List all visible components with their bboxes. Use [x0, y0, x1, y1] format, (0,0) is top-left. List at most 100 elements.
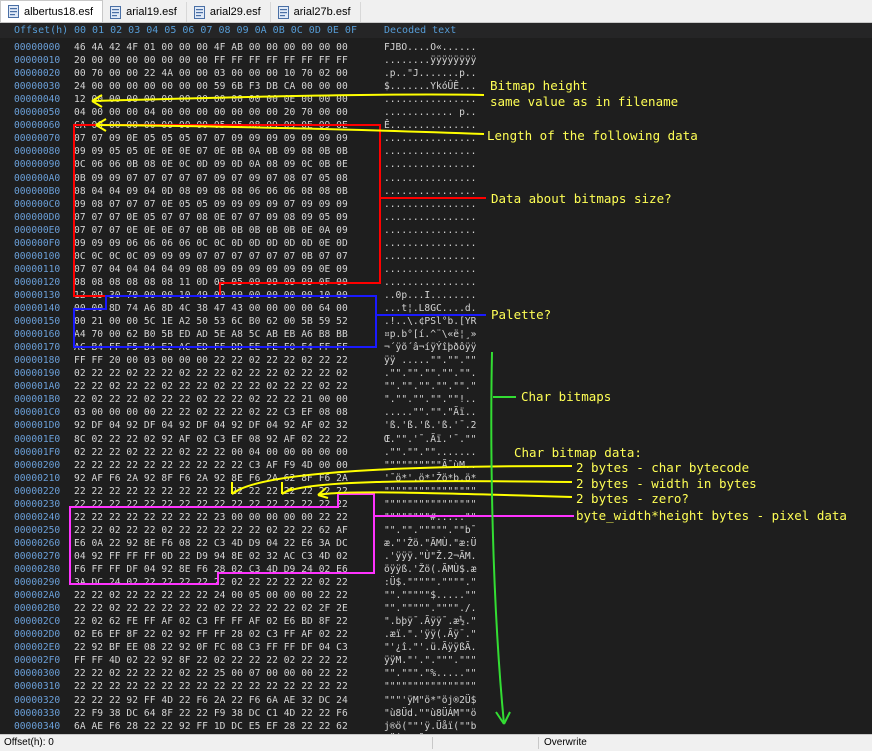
- row-hex-bytes[interactable]: 22 22 02 22 22 22 22 22 02 22 22 22 22 0…: [74, 602, 348, 615]
- row-hex-bytes[interactable]: 09 09 05 05 0E 0E 0E 07 0E 0B 0A 0B 09 0…: [74, 145, 348, 158]
- row-decoded-text[interactable]: Ê...............: [384, 119, 476, 132]
- row-hex-bytes[interactable]: 22 22 22 22 22 22 22 22 22 22 C3 AF F9 4…: [74, 459, 348, 472]
- row-decoded-text[interactable]: ........ÿÿÿÿÿÿÿÿ: [384, 54, 476, 67]
- row-decoded-text[interactable]: ................: [384, 185, 476, 198]
- row-hex-bytes[interactable]: 20 00 00 00 00 00 00 00 FF FF FF FF FF F…: [74, 54, 348, 67]
- row-hex-bytes[interactable]: 22 22 02 22 22 02 22 22 02 22 22 02 22 2…: [74, 380, 348, 393]
- row-decoded-text[interactable]: ................: [384, 250, 476, 263]
- row-hex-bytes[interactable]: 12 09 30 70 00 00 10 49 00 00 00 00 00 0…: [74, 289, 348, 302]
- row-decoded-text[interactable]: æ."'Žö."ÃMÙ."æ:Ü: [384, 537, 476, 550]
- tab-file[interactable]: albertus18.esf: [0, 0, 104, 22]
- row-hex-bytes[interactable]: 92 AF F6 2A 92 8F F6 2A 92 8E F6 2A 62 8…: [74, 472, 348, 485]
- row-decoded-text[interactable]: ."".""."".......: [384, 446, 476, 459]
- row-hex-bytes[interactable]: E6 0A 22 92 8E F6 08 22 C3 4D D9 04 22 E…: [74, 537, 348, 550]
- row-decoded-text[interactable]: """""""""""""""": [384, 485, 476, 498]
- row-hex-bytes[interactable]: 12 00 00 00 00 00 00 00 00 00 00 00 0E 0…: [74, 93, 348, 106]
- row-decoded-text[interactable]: 'ß.'ß.'ß.'ß.'¯.2: [384, 419, 476, 432]
- row-decoded-text[interactable]: ¬´ÿõ´â¬íÿÝîþðôÿÿ: [384, 341, 476, 354]
- row-hex-bytes[interactable]: 02 22 22 02 22 22 02 22 22 00 04 00 00 0…: [74, 446, 348, 459]
- row-decoded-text[interactable]: öÿÿß.'Žö(.ÃMÙ$.æ: [384, 563, 476, 576]
- row-decoded-text[interactable]: ¤p.b°[í.^¨\«ë¦¸»: [384, 328, 476, 341]
- row-hex-bytes[interactable]: 0C 0C 0C 0C 09 09 09 07 07 07 07 07 07 0…: [74, 250, 348, 263]
- row-hex-bytes[interactable]: AC B4 FF F5 B4 E2 AC ED FF DD EE FE F0 F…: [74, 341, 348, 354]
- row-hex-bytes[interactable]: 08 04 04 09 04 0D 08 09 08 08 06 06 06 0…: [74, 185, 348, 198]
- row-decoded-text[interactable]: ".bþÿ¯.Ãÿÿ¯.æ½.": [384, 615, 476, 628]
- hex-editor[interactable]: Offset(h) 00 01 02 03 04 05 06 07 08 09 …: [0, 23, 872, 734]
- row-hex-bytes[interactable]: 22 02 22 22 02 22 22 02 22 22 02 22 22 2…: [74, 393, 348, 406]
- row-decoded-text[interactable]: ................: [384, 211, 476, 224]
- row-decoded-text[interactable]: :Ü$."""""."""".": [384, 576, 476, 589]
- row-hex-bytes[interactable]: A4 70 00 62 B0 5B ED AD 5E A8 5C AB EB A…: [74, 328, 348, 341]
- row-decoded-text[interactable]: ""."".""""".""b¯: [384, 524, 476, 537]
- row-hex-bytes[interactable]: 07 07 07 0E 05 07 07 08 0E 07 07 09 08 0…: [74, 211, 348, 224]
- row-hex-bytes[interactable]: 00 00 8D 74 A6 8D 4C 38 47 43 00 00 00 0…: [74, 302, 348, 315]
- row-decoded-text[interactable]: """'ÿM"ö*"öj®2Ü$: [384, 694, 476, 707]
- row-hex-bytes[interactable]: 22 22 22 92 FF 4D 22 F6 2A 22 F6 6A AE 3…: [74, 694, 348, 707]
- row-hex-bytes[interactable]: 07 07 07 0E 0E 0E 07 0B 0B 0B 0B 0B 0B 0…: [74, 224, 348, 237]
- row-decoded-text[interactable]: ................: [384, 276, 476, 289]
- row-decoded-text[interactable]: j®ö(""'ÿ.Üåï(""b: [384, 720, 476, 733]
- row-hex-bytes[interactable]: 07 07 04 04 04 04 09 08 09 09 09 09 09 0…: [74, 263, 348, 276]
- tab-file[interactable]: arial29.esf: [187, 2, 271, 22]
- row-decoded-text[interactable]: ÿÿ ....."".""."": [384, 354, 476, 367]
- row-hex-bytes[interactable]: 04 00 00 00 04 00 00 00 00 00 00 00 20 7…: [74, 106, 348, 119]
- row-decoded-text[interactable]: .p.."J.......p..: [384, 67, 476, 80]
- row-hex-bytes[interactable]: 92 DF 04 92 DF 04 92 DF 04 92 DF 04 92 A…: [74, 419, 348, 432]
- row-hex-bytes[interactable]: 22 02 62 FE FF AF 02 C3 FF FF AF 02 E6 B…: [74, 615, 348, 628]
- row-hex-bytes[interactable]: 22 22 22 22 22 22 22 22 22 22 22 22 22 2…: [74, 485, 348, 498]
- tab-file[interactable]: arial27b.esf: [271, 2, 361, 22]
- row-decoded-text[interactable]: $.......YkóÛÊ...: [384, 80, 476, 93]
- row-decoded-text[interactable]: ................: [384, 93, 476, 106]
- row-decoded-text[interactable]: ...t¦.L8GC....d.: [384, 302, 476, 315]
- row-hex-bytes[interactable]: 6A AE F6 28 22 22 92 FF 1D DC E5 EF 28 2…: [74, 720, 348, 733]
- row-decoded-text[interactable]: """"""""""Ã¯ùM..: [384, 459, 476, 472]
- row-hex-bytes[interactable]: 46 4A 42 4F 01 00 00 00 4F AB 00 00 00 0…: [74, 41, 348, 54]
- row-hex-bytes[interactable]: 22 22 02 22 22 22 22 22 24 00 05 00 00 0…: [74, 589, 348, 602]
- row-decoded-text[interactable]: ................: [384, 224, 476, 237]
- row-hex-bytes[interactable]: 04 92 FF FF FF 0D 22 D9 94 8E 02 32 AC C…: [74, 550, 348, 563]
- row-decoded-text[interactable]: "".""."".""."".": [384, 380, 476, 393]
- row-hex-bytes[interactable]: 02 22 22 02 22 22 02 22 22 02 22 22 02 2…: [74, 367, 348, 380]
- row-decoded-text[interactable]: ................: [384, 263, 476, 276]
- row-hex-bytes[interactable]: 02 E6 EF 8F 22 02 92 FF FF 28 02 C3 FF A…: [74, 628, 348, 641]
- row-hex-bytes[interactable]: 24 00 00 00 00 00 00 00 59 6B F3 DB CA 0…: [74, 80, 348, 93]
- row-hex-bytes[interactable]: 8C 02 22 22 02 92 AF 02 C3 EF 08 92 AF 0…: [74, 433, 348, 446]
- row-decoded-text[interactable]: "".""""".""""./.: [384, 602, 476, 615]
- row-decoded-text[interactable]: ."".""."".""."".: [384, 367, 476, 380]
- row-hex-bytes[interactable]: 22 22 22 22 22 22 22 22 23 00 00 00 00 0…: [74, 511, 348, 524]
- row-hex-bytes[interactable]: 03 00 00 00 00 22 22 02 22 22 02 22 C3 E…: [74, 406, 348, 419]
- row-hex-bytes[interactable]: 00 70 00 00 22 4A 00 00 03 00 00 00 10 7…: [74, 67, 348, 80]
- row-decoded-text[interactable]: ....."".""."Ãï..: [384, 406, 476, 419]
- row-decoded-text[interactable]: '¯ö*'.ö*'Žö*b.ö*: [384, 472, 476, 485]
- row-decoded-text[interactable]: ............ p..: [384, 106, 476, 119]
- row-decoded-text[interactable]: """""""""""""""": [384, 498, 476, 511]
- row-decoded-text[interactable]: .!..\.¢PSl°b.[YR: [384, 315, 476, 328]
- row-hex-bytes[interactable]: 07 07 09 0E 05 05 05 07 07 09 09 09 09 0…: [74, 132, 348, 145]
- row-decoded-text[interactable]: "'¿î."'.ü.ÃÿÿßÃ.: [384, 641, 476, 654]
- row-decoded-text[interactable]: "ù8Üd.""ù8ÜÁM""ö: [384, 707, 476, 720]
- row-decoded-text[interactable]: ................: [384, 172, 476, 185]
- row-hex-bytes[interactable]: 09 09 09 06 06 06 06 0C 0C 0D 0D 0D 0D 0…: [74, 237, 348, 250]
- row-decoded-text[interactable]: """""""""""""""": [384, 680, 476, 693]
- row-decoded-text[interactable]: ""."""."%....."": [384, 667, 476, 680]
- row-decoded-text[interactable]: ................: [384, 198, 476, 211]
- row-hex-bytes[interactable]: 08 08 08 08 08 08 11 0D 05 05 09 09 09 0…: [74, 276, 348, 289]
- row-hex-bytes[interactable]: 0B 09 09 07 07 07 07 07 09 07 09 07 08 0…: [74, 172, 348, 185]
- row-hex-bytes[interactable]: FF FF 4D 02 22 92 8F 22 02 22 22 22 02 2…: [74, 654, 348, 667]
- row-hex-bytes[interactable]: 3A DC 24 02 22 22 22 22 22 02 22 22 22 2…: [74, 576, 348, 589]
- row-hex-bytes[interactable]: 0C 06 06 0B 08 0E 0C 0D 09 0D 0A 08 09 0…: [74, 158, 348, 171]
- row-decoded-text[interactable]: """"""""#....."": [384, 511, 476, 524]
- row-hex-bytes[interactable]: F6 FF FF DF 04 92 8E F6 28 02 C3 4D D9 2…: [74, 563, 348, 576]
- row-decoded-text[interactable]: ÿÿM."'.".""".""": [384, 654, 476, 667]
- row-hex-bytes[interactable]: 00 21 00 00 5C 1E A2 50 53 6C B0 62 00 5…: [74, 315, 348, 328]
- row-decoded-text[interactable]: Œ."".'¯.Ãï.'¯."": [384, 433, 476, 446]
- row-decoded-text[interactable]: ................: [384, 158, 476, 171]
- row-decoded-text[interactable]: .æï.".'ÿÿ(.Ãÿ¯.": [384, 628, 476, 641]
- row-hex-bytes[interactable]: 22 92 BF EE 08 22 92 0F FC 08 C3 FF FF D…: [74, 641, 348, 654]
- row-decoded-text[interactable]: "."".""."".""!..: [384, 393, 476, 406]
- row-decoded-text[interactable]: FJBO....O«......: [384, 41, 476, 54]
- row-hex-bytes[interactable]: 09 08 07 07 07 0E 05 05 09 09 09 09 07 0…: [74, 198, 348, 211]
- row-hex-bytes[interactable]: 22 22 02 22 22 22 02 22 25 00 07 00 00 0…: [74, 667, 348, 680]
- row-hex-bytes[interactable]: CA 00 00 00 00 00 00 00 05 05 08 09 09 0…: [74, 119, 348, 132]
- row-hex-bytes[interactable]: FF FF 20 00 03 00 00 00 22 22 02 22 22 0…: [74, 354, 348, 367]
